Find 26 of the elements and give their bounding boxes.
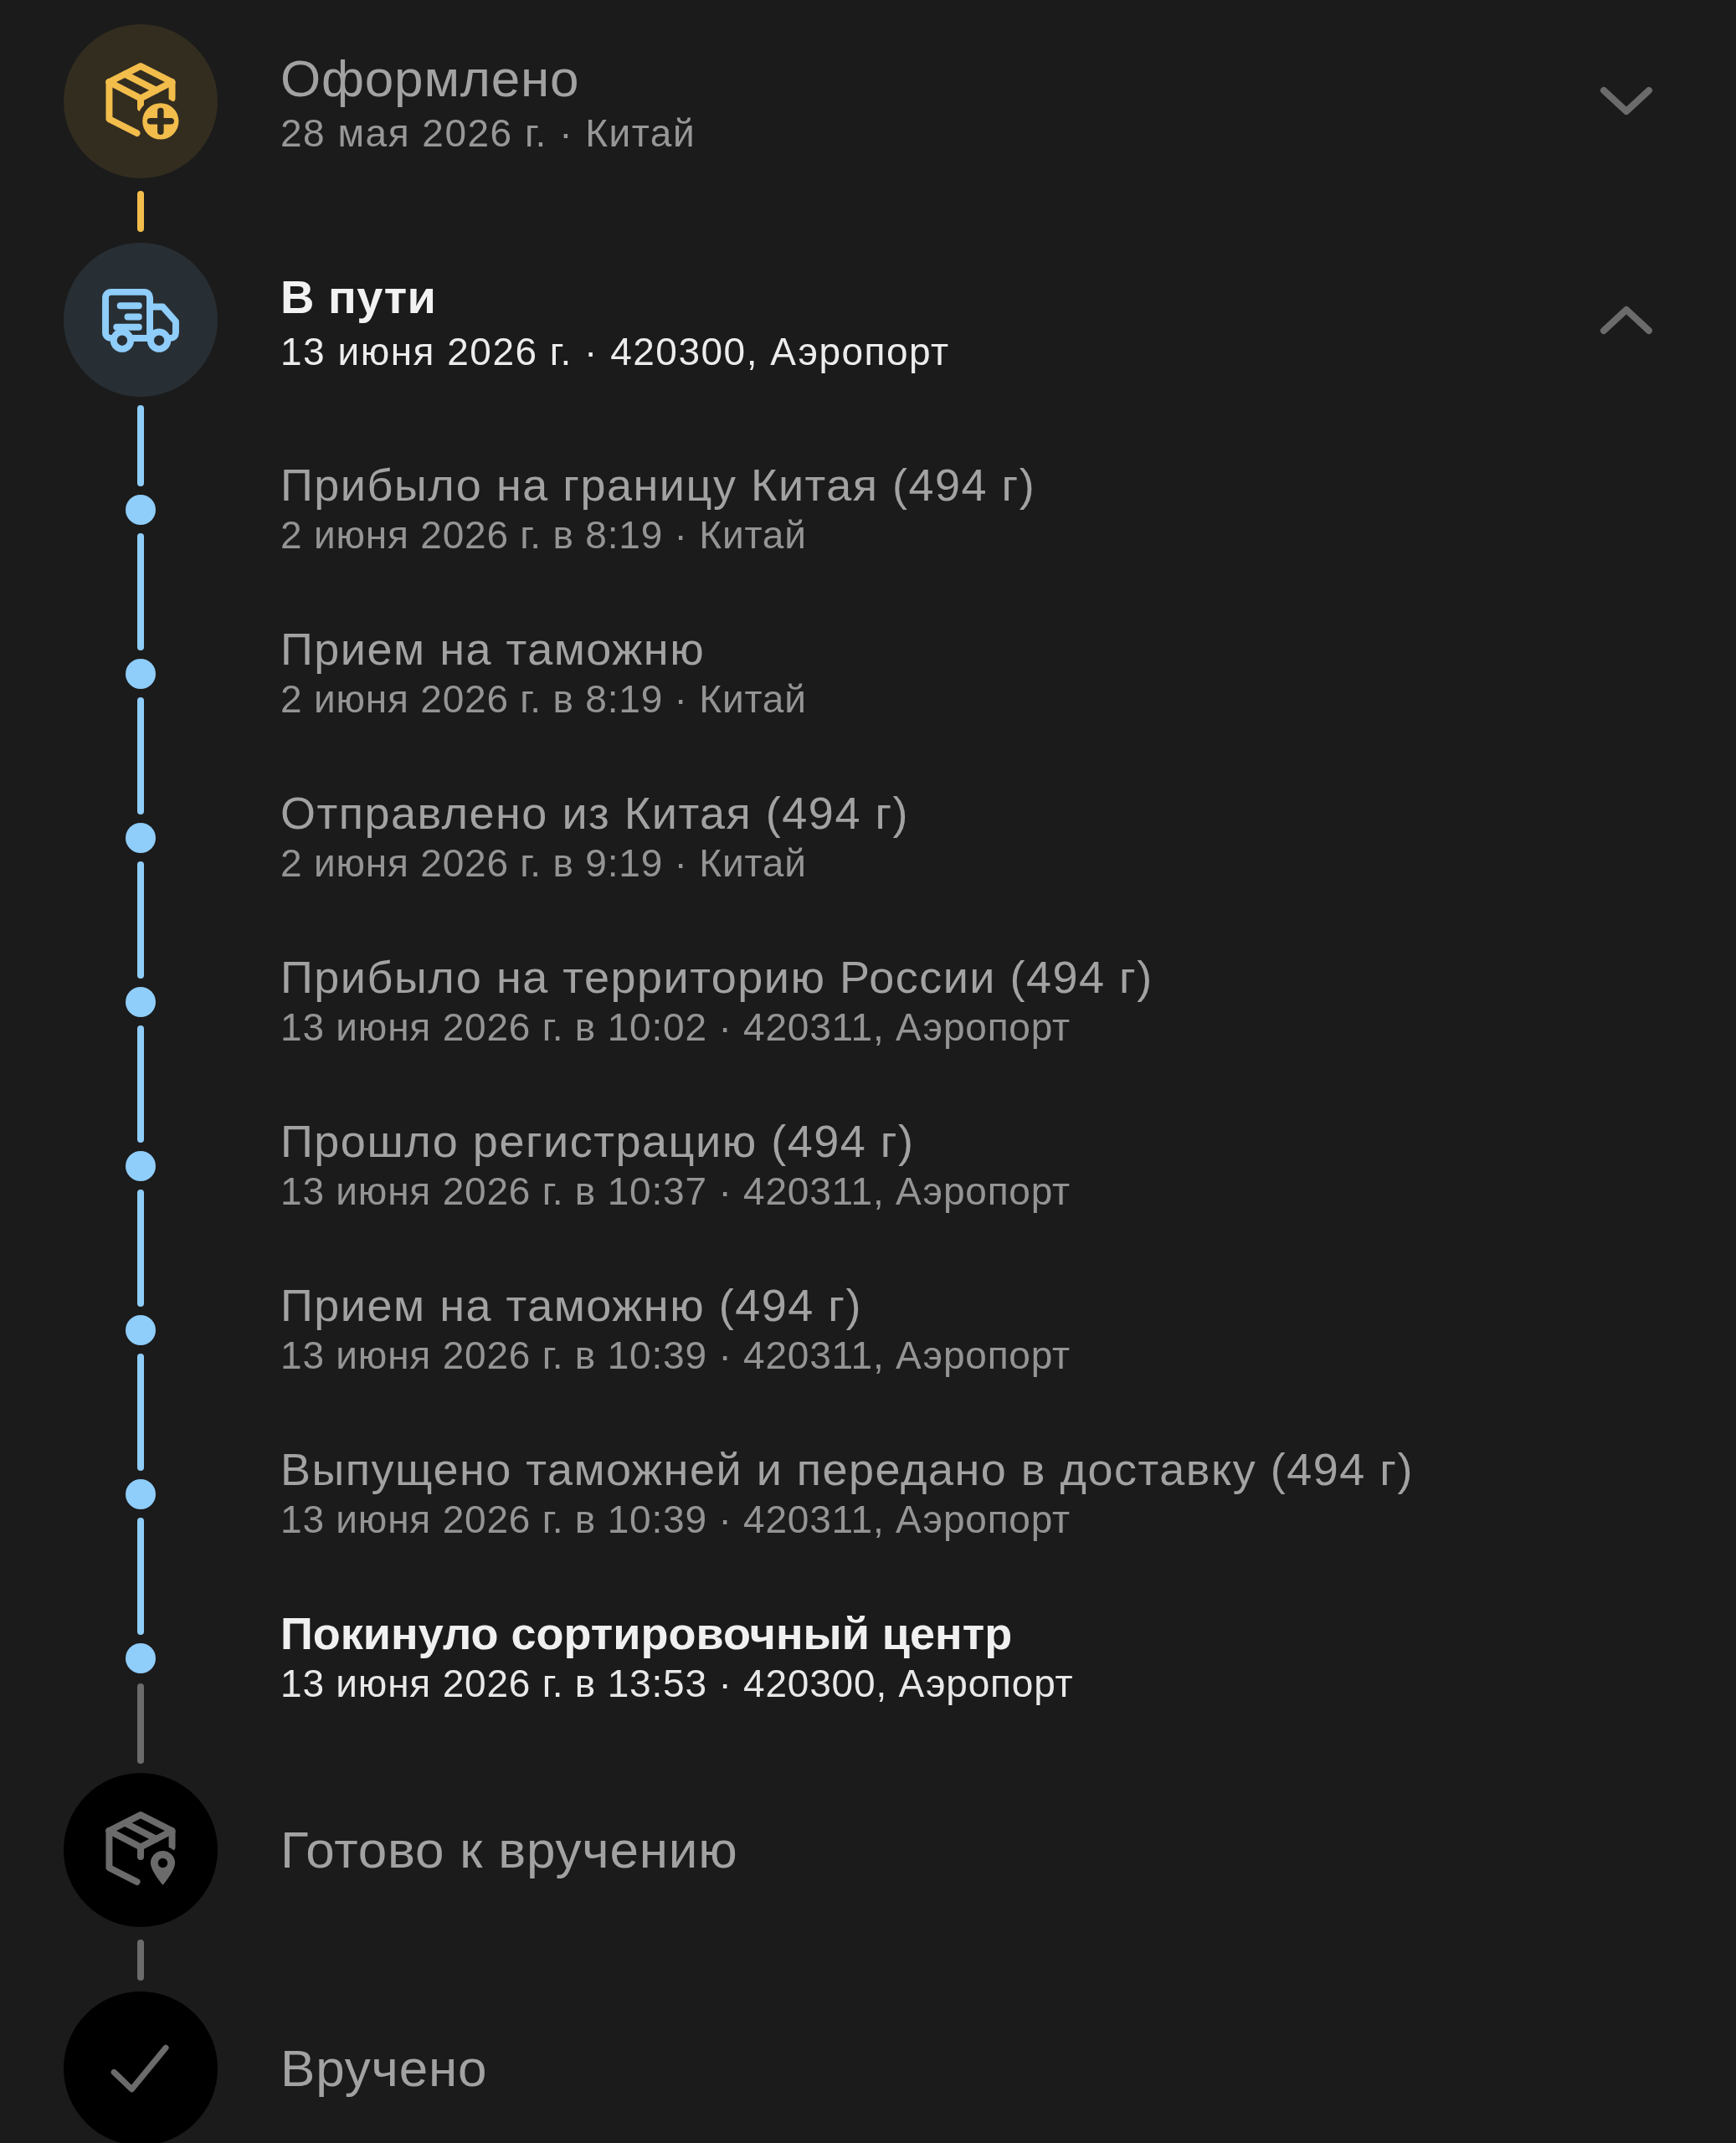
stage-title: Вручено (280, 2040, 488, 2097)
event-title: Покинуло сортировочный центр (280, 1608, 1013, 1658)
stage-date-location: 13 июня 2026 г. · 420300, Аэропорт (280, 329, 950, 375)
stage-title: Готово к вручению (280, 1822, 738, 1878)
event-date-location: 13 июня 2026 г. в 10:39 · 420311, Аэропорт (280, 1333, 1071, 1379)
event-title: Прибыло на территорию России (494 г) (280, 952, 1153, 1002)
event-date-location: 13 июня 2026 г. в 10:39 · 420311, Аэропорт (280, 1497, 1071, 1543)
event-date-location: 2 июня 2026 г. в 8:19 · Китай (280, 676, 807, 722)
connector-line (136, 191, 144, 232)
event-title: Прибыло на границу Китая (494 г) (280, 460, 1036, 510)
stage-date-location: 28 мая 2026 г. · Китай (280, 110, 696, 157)
event-date-location: 13 июня 2026 г. в 10:37 · 420311, Аэропорт (280, 1169, 1071, 1215)
event-date-location: 2 июня 2026 г. в 8:19 · Китай (280, 512, 807, 558)
event-date-location: 2 июня 2026 г. в 9:19 · Китай (280, 840, 807, 886)
event-date-location: 13 июня 2026 г. в 13:53 · 420300, Аэропорт (280, 1661, 1074, 1707)
event-title: Прошло регистрацию (494 г) (280, 1116, 915, 1166)
event-title: Отправлено из Китая (494 г) (280, 788, 910, 838)
event-title: Прием на таможню (494 г) (280, 1280, 862, 1330)
chevron-down-icon[interactable] (1600, 86, 1653, 116)
stage-title: Оформлено (280, 50, 580, 107)
connector-line (136, 1940, 144, 1981)
event-title: Выпущено таможней и передано в доставку (494 г) (280, 1444, 1414, 1494)
event-title: Прием на таможню (280, 624, 706, 674)
stage-title: В пути (280, 270, 437, 325)
chevron-up-icon[interactable] (1600, 305, 1653, 335)
event-date-location: 13 июня 2026 г. в 10:02 · 420311, Аэропорт (280, 1005, 1071, 1051)
